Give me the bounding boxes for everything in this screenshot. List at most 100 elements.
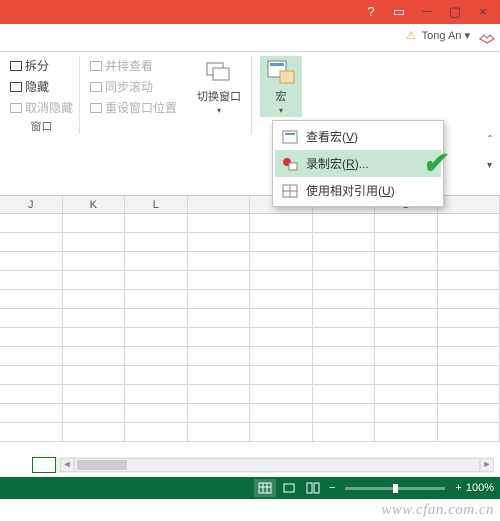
cell[interactable]: [0, 328, 63, 347]
cell[interactable]: [250, 309, 313, 328]
cell[interactable]: [63, 252, 126, 271]
cell[interactable]: [250, 271, 313, 290]
cell[interactable]: [63, 404, 126, 423]
column-header[interactable]: L: [125, 196, 188, 213]
cell[interactable]: [188, 404, 251, 423]
cell[interactable]: [188, 328, 251, 347]
cell[interactable]: [250, 404, 313, 423]
cell[interactable]: [125, 404, 188, 423]
cell[interactable]: [188, 290, 251, 309]
cell[interactable]: [375, 271, 438, 290]
cell[interactable]: [0, 404, 63, 423]
cell[interactable]: [63, 233, 126, 252]
cell[interactable]: [438, 366, 500, 385]
cell[interactable]: [313, 366, 376, 385]
cell[interactable]: [125, 214, 188, 233]
cell[interactable]: [313, 328, 376, 347]
page-break-view-button[interactable]: [302, 479, 324, 497]
view-macros-item[interactable]: 查看宏(V): [275, 123, 441, 150]
cell[interactable]: [0, 271, 63, 290]
record-macro-item[interactable]: 录制宏(R)... ✔: [275, 150, 441, 177]
cell[interactable]: [313, 233, 376, 252]
cell[interactable]: [63, 385, 126, 404]
scroll-left-button[interactable]: ◄: [60, 458, 74, 472]
formula-bar-dropdown[interactable]: ▾: [487, 160, 492, 171]
cell[interactable]: [188, 271, 251, 290]
column-header[interactable]: [438, 196, 500, 213]
cell[interactable]: [313, 214, 376, 233]
cell[interactable]: [375, 347, 438, 366]
collapse-ribbon-button[interactable]: ˆ: [488, 133, 492, 147]
cell[interactable]: [438, 214, 500, 233]
cell[interactable]: [313, 385, 376, 404]
cell[interactable]: [0, 214, 63, 233]
cell[interactable]: [438, 290, 500, 309]
minimize-button[interactable]: —: [414, 3, 440, 21]
cell[interactable]: [188, 385, 251, 404]
ribbon-display-button[interactable]: ▭: [386, 3, 412, 21]
cell[interactable]: [125, 328, 188, 347]
cell[interactable]: [63, 366, 126, 385]
cell[interactable]: [375, 214, 438, 233]
cell[interactable]: [188, 347, 251, 366]
zoom-level[interactable]: 100%: [466, 482, 494, 494]
macro-button[interactable]: 宏 ▾: [260, 56, 302, 117]
cell[interactable]: [63, 290, 126, 309]
maximize-button[interactable]: ▢: [442, 3, 468, 21]
cell[interactable]: [188, 366, 251, 385]
cell[interactable]: [63, 214, 126, 233]
cell[interactable]: [250, 290, 313, 309]
cell[interactable]: [375, 404, 438, 423]
hide-button[interactable]: 隐藏: [8, 77, 51, 96]
cell[interactable]: [375, 233, 438, 252]
scrollbar-track[interactable]: [74, 458, 480, 472]
column-header[interactable]: [188, 196, 251, 213]
cell[interactable]: [125, 309, 188, 328]
cell[interactable]: [250, 233, 313, 252]
cell[interactable]: [63, 328, 126, 347]
cell[interactable]: [188, 423, 251, 442]
page-layout-view-button[interactable]: [278, 479, 300, 497]
cell[interactable]: [63, 271, 126, 290]
normal-view-button[interactable]: [254, 479, 276, 497]
cell[interactable]: [188, 233, 251, 252]
cell[interactable]: [375, 252, 438, 271]
help-button[interactable]: ?: [358, 3, 384, 21]
split-button[interactable]: 拆分: [8, 56, 51, 75]
cell[interactable]: [250, 366, 313, 385]
column-header[interactable]: K: [63, 196, 126, 213]
zoom-in-button[interactable]: +: [455, 482, 461, 494]
user-account[interactable]: ⚠ Tong An ▾: [406, 29, 470, 42]
cell[interactable]: [0, 423, 63, 442]
cell[interactable]: [375, 290, 438, 309]
cell[interactable]: [0, 233, 63, 252]
cell[interactable]: [250, 252, 313, 271]
cell[interactable]: [188, 252, 251, 271]
share-icon[interactable]: [477, 27, 497, 47]
scrollbar-thumb[interactable]: [77, 460, 127, 470]
zoom-slider-handle[interactable]: [393, 484, 398, 493]
relative-reference-item[interactable]: 使用相对引用(U): [275, 177, 441, 204]
cell[interactable]: [125, 290, 188, 309]
cell[interactable]: [375, 366, 438, 385]
cell[interactable]: [313, 404, 376, 423]
cell[interactable]: [0, 252, 63, 271]
cell[interactable]: [63, 347, 126, 366]
cell[interactable]: [63, 423, 126, 442]
cell[interactable]: [188, 214, 251, 233]
cell[interactable]: [0, 347, 63, 366]
cell[interactable]: [250, 214, 313, 233]
cell[interactable]: [375, 328, 438, 347]
cell[interactable]: [313, 290, 376, 309]
column-header[interactable]: J: [0, 196, 63, 213]
cell[interactable]: [250, 347, 313, 366]
cell[interactable]: [438, 252, 500, 271]
cell[interactable]: [125, 252, 188, 271]
cell[interactable]: [0, 290, 63, 309]
switch-window-button[interactable]: 切换窗口 ▾: [191, 56, 247, 117]
cell[interactable]: [375, 423, 438, 442]
cell[interactable]: [313, 309, 376, 328]
cell[interactable]: [375, 309, 438, 328]
cell[interactable]: [438, 385, 500, 404]
cell[interactable]: [438, 309, 500, 328]
